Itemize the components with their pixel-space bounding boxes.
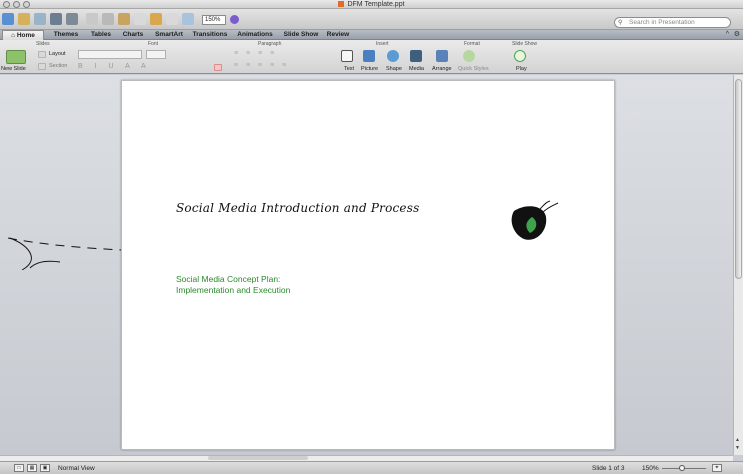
slide-workspace: Social Media Introduction and Process So…: [0, 75, 733, 455]
vertical-scroll-thumb[interactable]: [735, 79, 742, 279]
open-icon[interactable]: [34, 13, 46, 25]
slide-counter: Slide 1 of 3: [592, 465, 625, 472]
save-icon[interactable]: [50, 13, 62, 25]
text-label: Text: [344, 66, 355, 72]
media-icon[interactable]: [410, 50, 422, 62]
text-box-icon[interactable]: [341, 50, 353, 62]
slide-subtitle-line-1: Social Media Concept Plan:: [176, 274, 281, 284]
section-button[interactable]: Section: [49, 63, 67, 69]
tab-slide-show[interactable]: Slide Show: [279, 30, 323, 40]
group-title-insert: Insert: [376, 41, 389, 47]
tab-tables[interactable]: Tables: [86, 30, 116, 40]
next-slide-icon[interactable]: ▼: [735, 445, 740, 451]
zoom-percentage: 150%: [642, 465, 659, 472]
quick-styles-label: Quick Styles: [458, 66, 489, 72]
format-painter-icon[interactable]: [134, 13, 146, 25]
copy-icon[interactable]: [102, 13, 114, 25]
font-format-buttons[interactable]: B I U A A: [78, 63, 151, 70]
media-label: Media: [409, 66, 424, 72]
previous-slide-icon[interactable]: ▲: [735, 437, 740, 443]
paste-icon[interactable]: [118, 13, 130, 25]
ribbon-home: Slides Font Paragraph Insert Format Slid…: [0, 40, 743, 74]
tab-home[interactable]: ⌂ Home: [2, 30, 44, 40]
font-name-select[interactable]: [78, 50, 142, 59]
tab-charts[interactable]: Charts: [118, 30, 148, 40]
print-icon[interactable]: [66, 13, 78, 25]
zoom-slider-knob[interactable]: [679, 465, 685, 471]
redo-icon[interactable]: [166, 13, 178, 25]
bug-logo-icon: [511, 200, 559, 240]
arrange-icon[interactable]: [436, 50, 448, 62]
view-mode-label: Normal View: [58, 465, 95, 472]
gear-icon[interactable]: ⚙: [734, 30, 740, 40]
picture-label: Picture: [361, 66, 379, 72]
paragraph-list-buttons[interactable]: ≡ ≡ ≡ ≡: [234, 50, 277, 57]
play-label: Play: [516, 66, 527, 72]
horizontal-scroll-thumb[interactable]: [208, 456, 308, 460]
help-icon[interactable]: [230, 15, 239, 24]
group-title-paragraph: Paragraph: [258, 41, 282, 47]
group-title-slide-show: Slide Show: [512, 41, 538, 47]
slide-subtitle-line-2: Implementation and Execution: [176, 285, 291, 295]
group-title-font: Font: [148, 41, 159, 47]
slide-title[interactable]: Social Media Introduction and Process: [176, 201, 419, 215]
quick-styles-icon[interactable]: [463, 50, 475, 62]
tab-animations[interactable]: Animations: [233, 30, 277, 40]
tab-transitions[interactable]: Transitions: [189, 30, 231, 40]
tab-review[interactable]: Review: [323, 30, 353, 40]
group-title-slides: Slides: [36, 41, 50, 47]
templates-icon[interactable]: [18, 13, 30, 25]
zoom-select[interactable]: 150%: [202, 15, 226, 25]
slide-subtitle[interactable]: Social Media Concept Plan: Implementatio…: [176, 274, 290, 296]
arrange-label: Arrange: [432, 66, 452, 72]
font-color-icon[interactable]: [214, 64, 222, 71]
vertical-scrollbar[interactable]: ▲ ▼: [733, 75, 743, 455]
slide-show-view-icon[interactable]: ▣: [40, 464, 50, 472]
picture-icon[interactable]: [363, 50, 375, 62]
undo-icon[interactable]: [150, 13, 162, 25]
new-slide-label: New Slide: [1, 66, 26, 72]
search-icon: ⚲: [618, 20, 623, 26]
group-title-format: Format: [464, 41, 480, 47]
zoom-slider[interactable]: [662, 465, 706, 471]
layout-icon: [38, 51, 46, 58]
new-slide-icon[interactable]: [6, 50, 26, 64]
layout-button[interactable]: Layout: [49, 51, 66, 57]
paragraph-align-buttons[interactable]: ≡ ≡ ≡ ≡ ≡: [234, 62, 289, 69]
font-size-select[interactable]: [146, 50, 166, 59]
play-icon[interactable]: [514, 50, 526, 62]
standard-toolbar: 150% ⚲ Search in Presentation: [0, 9, 743, 30]
slide-canvas[interactable]: Social Media Introduction and Process So…: [121, 80, 615, 450]
new-presentation-icon[interactable]: [2, 13, 14, 25]
window-title: DFM Template.ppt: [0, 1, 743, 8]
slide-sorter-icon[interactable]: ▦: [27, 464, 37, 472]
shape-icon[interactable]: [387, 50, 399, 62]
shape-label: Shape: [386, 66, 402, 72]
tab-themes[interactable]: Themes: [47, 30, 85, 40]
normal-view-icon[interactable]: □: [14, 464, 24, 472]
ribbon-tabs: ⌂ Home Themes Tables Charts SmartArt Tra…: [0, 30, 743, 40]
collapse-ribbon-icon[interactable]: ^: [726, 30, 729, 40]
fit-to-window-icon[interactable]: ⌖: [712, 464, 722, 472]
ppt-document-icon: [338, 1, 345, 7]
title-bar: DFM Template.ppt: [0, 0, 743, 9]
cut-icon[interactable]: [86, 13, 98, 25]
tab-smartart[interactable]: SmartArt: [150, 30, 188, 40]
section-icon: [38, 63, 46, 70]
media-browser-icon[interactable]: [182, 13, 194, 25]
search-input[interactable]: ⚲ Search in Presentation: [614, 17, 731, 28]
status-bar: □ ▦ ▣ Normal View Slide 1 of 3 150% ⌖: [0, 461, 743, 474]
